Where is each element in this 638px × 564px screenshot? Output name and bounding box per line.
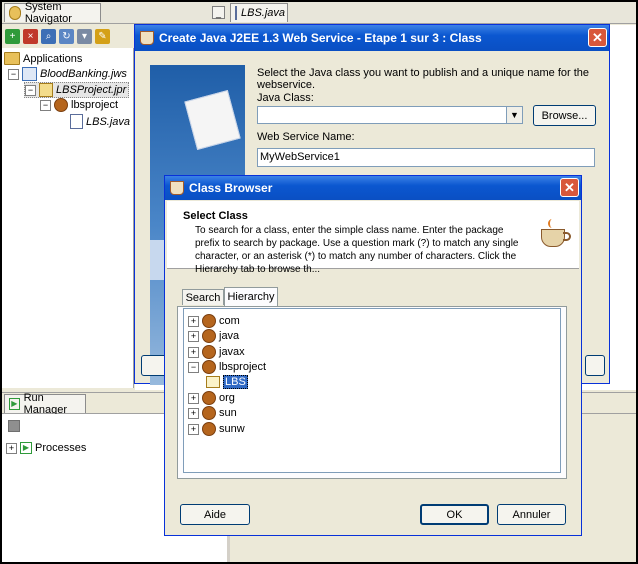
screenshot-border [0, 0, 638, 564]
